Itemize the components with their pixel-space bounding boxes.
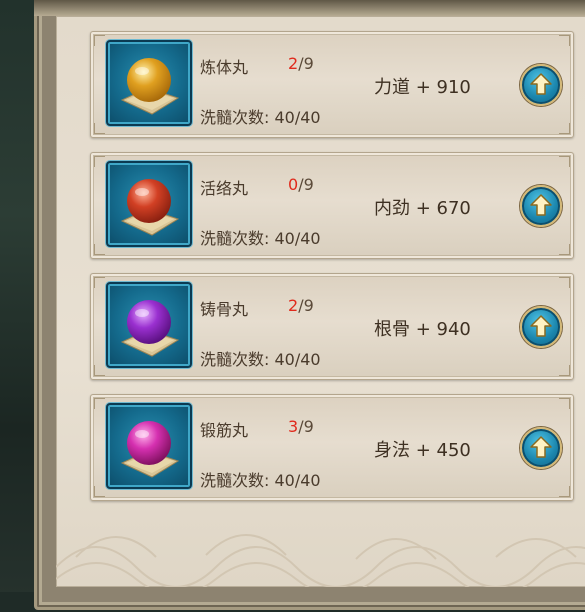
- card-corner: [94, 365, 105, 376]
- pill-count-max: /9: [298, 417, 314, 436]
- pill-orb-icon: [120, 300, 180, 357]
- card-corner: [94, 398, 105, 409]
- pill-name: 铸骨丸: [200, 300, 249, 319]
- pill-orb-icon: [120, 179, 180, 236]
- wash-count-label: 洗髓次数: 40/40: [200, 108, 321, 127]
- pill-card: 锻筋丸 3/9 洗髓次数: 40/40 身法 + 450: [90, 394, 574, 501]
- up-arrow-icon: [530, 73, 552, 95]
- card-corner: [559, 398, 570, 409]
- pill-count: 2/9: [288, 296, 314, 315]
- pill-icon-slot[interactable]: [106, 40, 192, 126]
- upgrade-button[interactable]: [520, 427, 562, 469]
- card-corner: [559, 486, 570, 497]
- upgrade-button[interactable]: [520, 185, 562, 227]
- pill-count: 2/9: [288, 54, 314, 73]
- up-arrow-icon: [530, 194, 552, 216]
- card-corner: [559, 244, 570, 255]
- pill-icon-slot[interactable]: [106, 282, 192, 368]
- pill-count-current: 2: [288, 296, 299, 315]
- card-corner: [94, 277, 105, 288]
- attribute-bonus: 内劲 + 670: [374, 198, 471, 219]
- pill-icon-slot[interactable]: [106, 161, 192, 247]
- attribute-bonus: 力道 + 910: [374, 77, 471, 98]
- pill-name: 炼体丸: [200, 58, 249, 77]
- wash-count-label: 洗髓次数: 40/40: [200, 350, 321, 369]
- pill-count-current: 2: [288, 54, 299, 73]
- pill-count: 3/9: [288, 417, 314, 436]
- attribute-bonus: 根骨 + 940: [374, 319, 471, 340]
- pill-count-max: /9: [298, 175, 314, 194]
- wave-decoration: [56, 534, 585, 587]
- pill-card: 铸骨丸 2/9 洗髓次数: 40/40 根骨 + 940: [90, 273, 574, 380]
- pill-count: 0/9: [288, 175, 314, 194]
- card-corner: [94, 486, 105, 497]
- wash-count-label: 洗髓次数: 40/40: [200, 471, 321, 490]
- card-corner: [94, 123, 105, 134]
- card-corner: [559, 156, 570, 167]
- card-corner: [559, 35, 570, 46]
- card-corner: [94, 156, 105, 167]
- pill-card: 活络丸 0/9 洗髓次数: 40/40 内劲 + 670: [90, 152, 574, 259]
- pill-card: 炼体丸 2/9 洗髓次数: 40/40 力道 + 910: [90, 31, 574, 138]
- pill-name: 活络丸: [200, 179, 249, 198]
- pill-icon-slot[interactable]: [106, 403, 192, 489]
- pill-count-max: /9: [298, 54, 314, 73]
- up-arrow-icon: [530, 315, 552, 337]
- pill-orb-icon: [120, 421, 180, 478]
- up-arrow-icon: [530, 436, 552, 458]
- pill-name: 锻筋丸: [200, 421, 249, 440]
- pill-count-current: 0: [288, 175, 299, 194]
- pill-count-max: /9: [298, 296, 314, 315]
- card-corner: [94, 35, 105, 46]
- upgrade-button[interactable]: [520, 306, 562, 348]
- card-corner: [559, 123, 570, 134]
- card-corner: [94, 244, 105, 255]
- pill-count-current: 3: [288, 417, 299, 436]
- pill-orb-icon: [120, 58, 180, 115]
- window-frame-top: [34, 0, 585, 16]
- wash-count-label: 洗髓次数: 40/40: [200, 229, 321, 248]
- attribute-bonus: 身法 + 450: [374, 440, 471, 461]
- card-corner: [559, 365, 570, 376]
- card-corner: [559, 277, 570, 288]
- upgrade-button[interactable]: [520, 64, 562, 106]
